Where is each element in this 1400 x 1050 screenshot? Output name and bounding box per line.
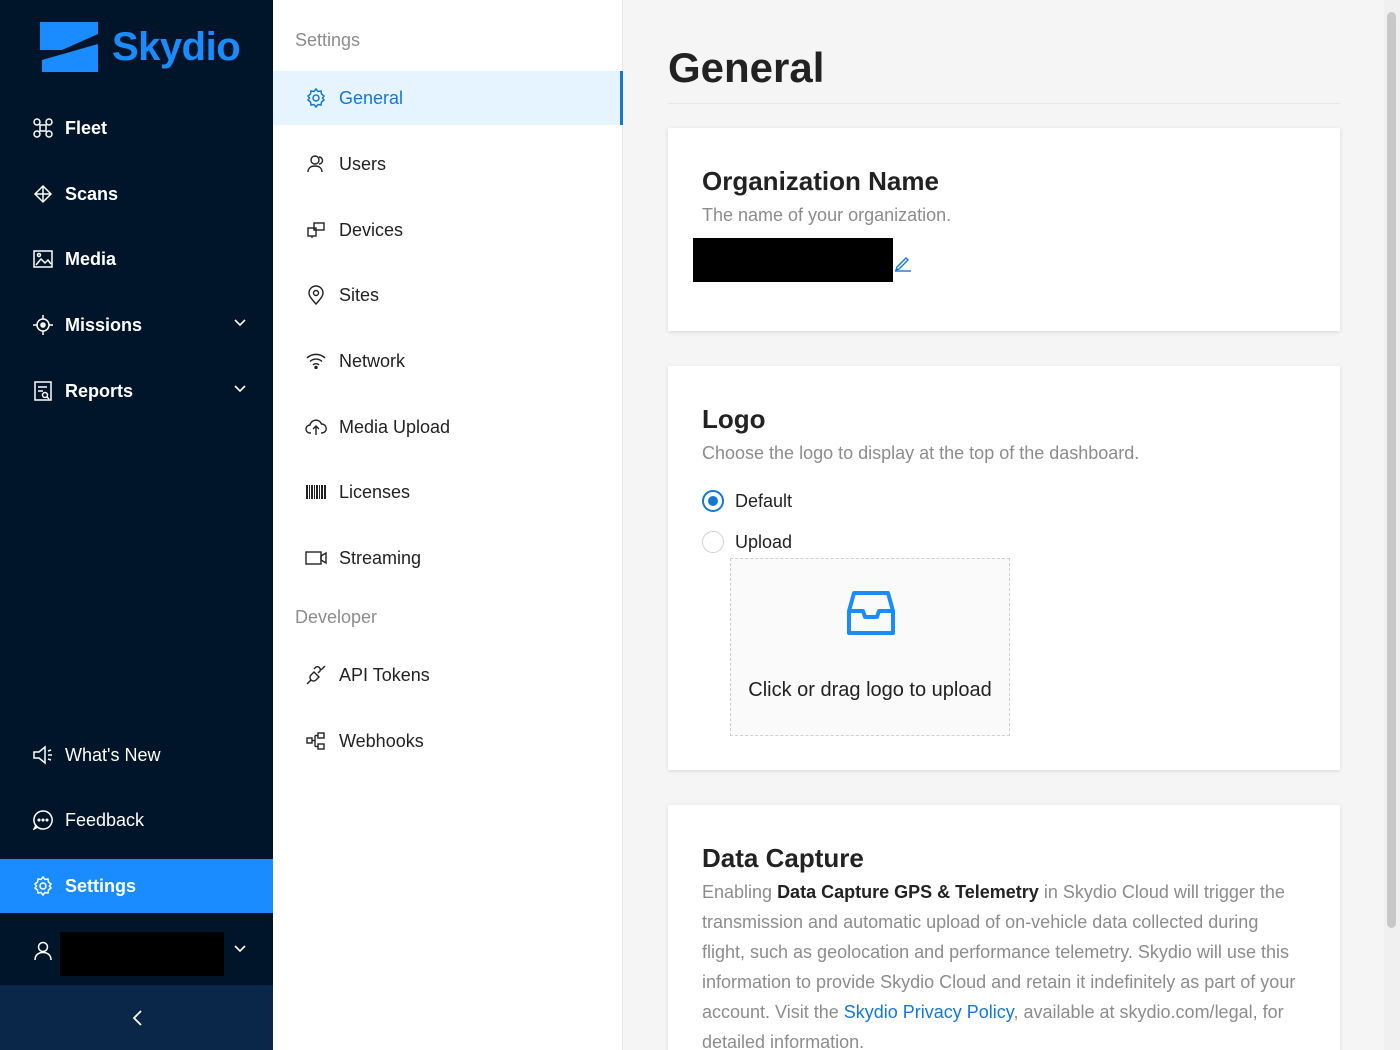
nav-item-label: Fleet [65,117,108,138]
nav-item-reports[interactable]: Reports [0,364,273,418]
location-pin-icon [305,284,327,306]
dc-text-part: in Skydio Cloud will trigger the transmi… [702,882,1296,1022]
sub-item-label: Devices [339,219,404,240]
sub-item-streaming[interactable]: Streaming [273,531,623,585]
sub-item-users[interactable]: Users [273,137,623,191]
report-icon [32,380,54,402]
nav-item-missions[interactable]: Missions [0,298,273,352]
gear-icon [32,875,54,897]
megaphone-icon [32,744,54,766]
settings-submenu: Settings General Users Devices Sites Net… [273,0,623,1050]
page-scrollbar[interactable] [1384,0,1400,1050]
settings-heading: Settings [295,30,361,50]
sub-item-sites[interactable]: Sites [273,268,623,322]
logo-description: Choose the logo to display at the top of… [702,443,1140,463]
nav-item-label: Settings [65,875,137,896]
chat-icon [32,809,54,831]
nav-item-label: Scans [65,183,119,204]
sub-item-licenses[interactable]: Licenses [273,465,623,519]
skydio-logo[interactable]: Skydio [40,20,241,74]
nav-item-settings[interactable]: Settings [0,859,273,913]
api-icon [305,664,327,686]
brand-name: Skydio [112,24,241,69]
scrollbar-thumb[interactable] [1387,12,1396,928]
nav-item-label: Feedback [65,809,145,830]
privacy-policy-link[interactable]: Skydio Privacy Policy [844,1002,1014,1022]
sub-item-webhooks[interactable]: Webhooks [273,714,623,768]
data-capture-card: Data Capture Enabling Data Capture GPS &… [668,805,1340,1050]
sub-item-label: Sites [339,284,380,305]
collapse-sidebar-button[interactable] [0,985,273,1050]
user-name-redacted [60,932,224,976]
nav-item-fleet[interactable]: Fleet [0,101,273,155]
drone-icon [32,117,54,139]
sub-item-label: General [339,87,404,108]
sub-item-general[interactable]: General [273,71,623,125]
wifi-icon [305,350,327,372]
data-capture-heading: Data Capture [702,843,864,873]
upload-text: Click or drag logo to upload [748,679,992,701]
page-title: General [668,44,825,91]
org-heading: Organization Name [702,166,939,196]
webhook-icon [305,730,327,752]
sub-item-label: Users [339,153,387,174]
sub-item-label: Streaming [339,547,422,568]
sub-item-label: Webhooks [339,730,424,751]
dc-text-part: Enabling [702,882,778,902]
barcode-icon [305,481,327,503]
cloud-upload-icon [305,416,327,438]
radio-default-control[interactable] [702,490,724,512]
radio-default-label: Default [735,490,793,511]
radio-upload-control[interactable] [702,531,724,553]
cube-icon [32,183,54,205]
radio-upload-label: Upload [735,531,793,552]
logo-upload-dropzone[interactable]: Click or drag logo to upload [730,558,1010,736]
org-name-redacted [693,238,893,282]
nav-item-scans[interactable]: Scans [0,167,273,221]
user-icon [32,940,54,962]
developer-heading: Developer [295,607,378,627]
radio-default[interactable]: Default [702,490,792,512]
chevron-down-icon [234,319,246,327]
org-description: The name of your organization. [702,205,952,225]
data-capture-description: Enabling Data Capture GPS & Telemetry in… [702,877,1302,1050]
sub-item-network[interactable]: Network [273,334,623,388]
nav-item-feedback[interactable]: Feedback [0,793,273,847]
sub-item-devices[interactable]: Devices [273,203,623,257]
sub-item-label: Media Upload [339,416,451,437]
sub-item-label: Network [339,350,406,371]
logo-card: Logo Choose the logo to display at the t… [668,366,1340,770]
main-content: General Organization Name The name of yo… [624,0,1384,1050]
video-camera-icon [305,547,327,569]
chevron-left-icon [132,1009,142,1026]
skydio-logo-icon [40,22,98,72]
nav-item-media[interactable]: Media [0,232,273,286]
nav-item-label: Reports [65,380,134,401]
title-divider [668,103,1340,104]
nav-item-label: Missions [65,314,143,335]
image-icon [32,248,54,270]
chevron-down-icon [234,385,246,393]
sub-item-media-upload[interactable]: Media Upload [273,400,623,454]
sub-item-label: Licenses [339,481,411,502]
nav-item-whats-new[interactable]: What's New [0,728,273,782]
chevron-down-icon [234,945,246,953]
sub-item-api-tokens[interactable]: API Tokens [273,648,623,702]
organization-name-card: Organization Name The name of your organ… [668,128,1340,331]
dc-text-bold: Data Capture GPS & Telemetry [777,882,1039,902]
users-icon [305,153,327,175]
target-icon [32,314,54,336]
nav-item-label: What's New [65,744,161,765]
sub-item-label: API Tokens [339,664,430,685]
main-nav: Skydio Fleet Scans Media Missions Report… [0,0,273,1050]
nav-item-label: Media [65,248,117,269]
logo-heading: Logo [702,404,766,434]
devices-icon [305,219,327,241]
gear-icon [305,87,327,109]
edit-icon[interactable] [894,254,912,272]
inbox-icon [847,591,895,635]
radio-upload[interactable]: Upload [702,531,792,553]
